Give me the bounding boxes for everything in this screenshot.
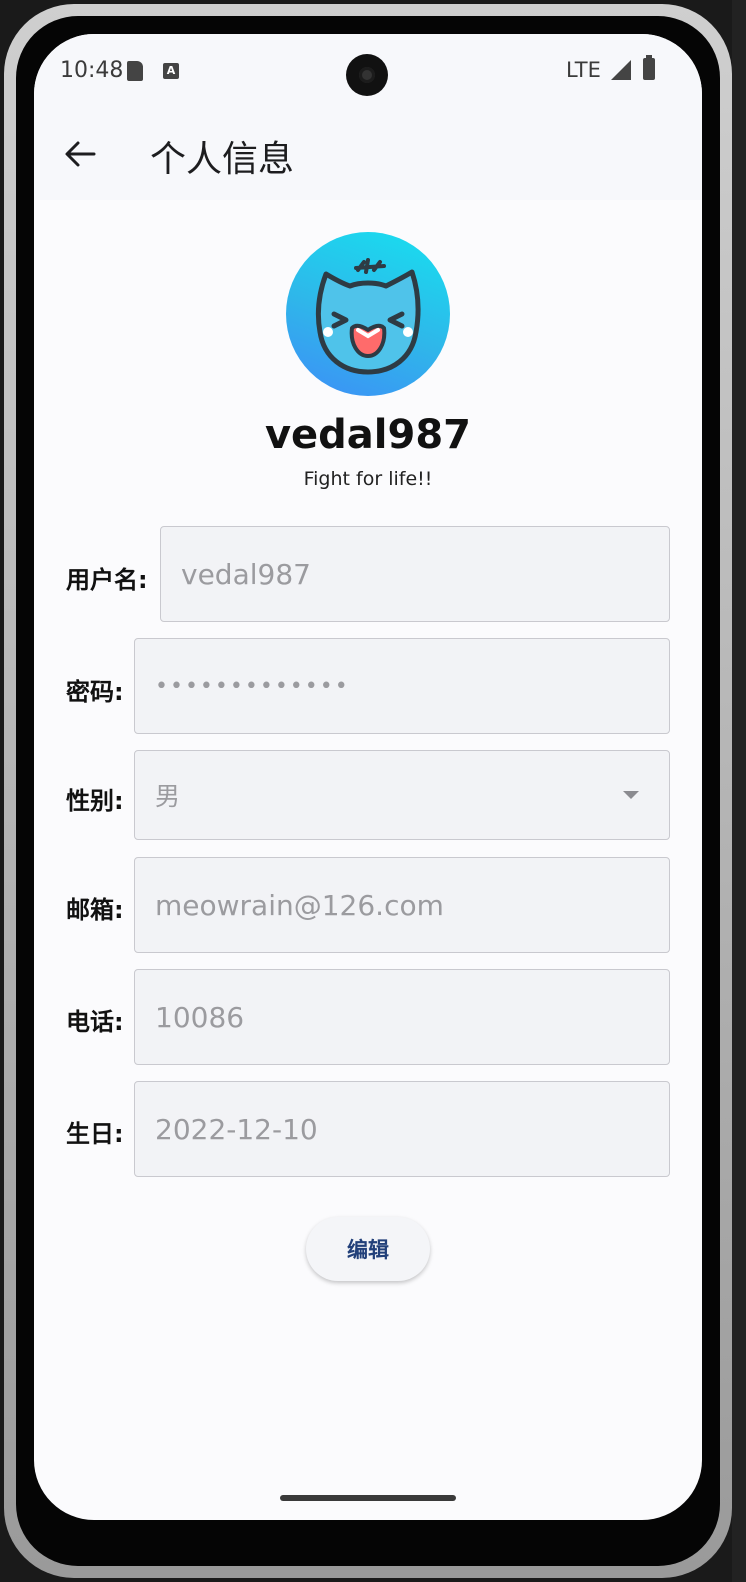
status-time: 10:48 — [60, 58, 124, 83]
birthday-value: 2022-12-10 — [155, 1112, 318, 1146]
edit-button[interactable]: 编辑 — [306, 1217, 430, 1281]
dropdown-arrow-icon — [623, 791, 639, 799]
top-bar: 10:48 A LTE 个人信息 — [34, 34, 702, 200]
username-field[interactable]: vedal987 — [160, 526, 670, 622]
battery-icon — [643, 55, 655, 80]
home-indicator[interactable] — [280, 1495, 456, 1501]
password-label: 密码: — [66, 678, 124, 706]
email-label: 邮箱: — [66, 896, 124, 924]
username-value: vedal987 — [181, 557, 311, 591]
phone-field[interactable]: 10086 — [134, 969, 670, 1065]
phone-label: 电话: — [66, 1008, 124, 1036]
profile-motto: Fight for life!! — [303, 468, 433, 490]
camera-cutout — [346, 54, 388, 96]
phone-value: 10086 — [155, 1000, 245, 1034]
gender-value: 男 — [155, 782, 181, 811]
back-button[interactable] — [58, 132, 102, 176]
avatar[interactable] — [286, 232, 450, 396]
cat-avatar-icon — [315, 258, 421, 375]
email-field[interactable]: meowrain@126.com — [134, 857, 670, 953]
birthday-label: 生日: — [66, 1120, 124, 1148]
arrow-left-icon — [65, 141, 96, 167]
password-value: ••••••••••••• — [155, 673, 350, 699]
signal-icon — [611, 60, 631, 80]
side-strip — [732, 0, 746, 1582]
gender-label: 性别: — [66, 787, 124, 815]
network-type: LTE — [566, 58, 601, 82]
username-label: 用户名: — [66, 566, 148, 594]
email-value: meowrain@126.com — [155, 888, 444, 922]
notification-a-icon: A — [163, 63, 179, 79]
phone-screen: 10:48 A LTE 个人信息 vedal987 Fight for life… — [34, 34, 702, 1520]
sd-card-icon — [127, 61, 143, 81]
page-title: 个人信息 — [150, 139, 295, 180]
password-field[interactable]: ••••••••••••• — [134, 638, 670, 734]
birthday-field[interactable]: 2022-12-10 — [134, 1081, 670, 1177]
profile-name: vedal987 — [264, 412, 472, 458]
gender-select[interactable]: 男 — [134, 750, 670, 840]
